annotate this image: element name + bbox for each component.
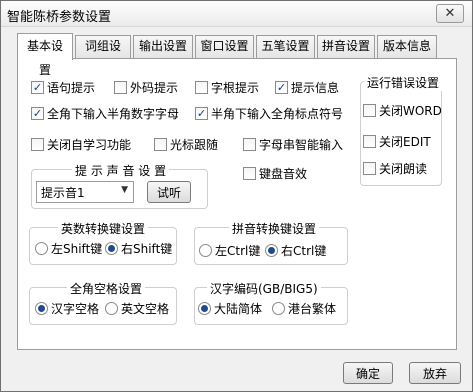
en-switch-label: 英数转换键设置 <box>58 220 149 237</box>
checkbox-tishi[interactable]: ✓ 提示信息 <box>275 78 339 96</box>
radio-circle <box>35 241 48 255</box>
tab-version[interactable]: 版本信息 <box>377 35 437 58</box>
listen-button[interactable]: 试听 <box>147 181 191 203</box>
checkbox-box: ✓ <box>31 80 44 94</box>
error-settings-label: 运行错误设置 <box>364 74 443 91</box>
radio-dot <box>108 244 115 252</box>
tab-label: 窗口设置 <box>200 39 249 53</box>
checkbox-box: ✓ <box>275 80 288 94</box>
dropdown-arrow-icon: ▼ <box>121 185 128 195</box>
checkbox-label: 提示信息 <box>291 80 340 95</box>
radio-label: 英文空格 <box>121 301 170 316</box>
radio-label: 左Shift键 <box>51 241 103 256</box>
checkbox-box <box>363 134 376 148</box>
radio-traditional[interactable]: 港台繁体 <box>272 299 336 317</box>
checkbox-key-sound[interactable]: 键盘音效 <box>243 164 307 182</box>
radio-right-shift[interactable]: 右Shift键 <box>105 239 172 257</box>
tab-label: 拼音设置 <box>322 39 371 53</box>
checkbox-disable-learning[interactable]: 关闭自学习功能 <box>31 135 131 153</box>
select-value: 提示音1 <box>41 185 85 200</box>
ok-button[interactable]: 确定 <box>343 362 393 384</box>
checkbox-box: ✓ <box>195 106 208 120</box>
radio-label: 大陆简体 <box>214 301 263 316</box>
checkbox-box <box>114 80 127 94</box>
button-label: 确定 <box>355 366 380 381</box>
checkbox-box <box>31 137 44 151</box>
close-icon: ✕ <box>444 6 456 21</box>
checkbox-label: 关闭WORD <box>379 103 442 118</box>
checkbox-cursor-follow[interactable]: 光标跟随 <box>154 135 218 153</box>
radio-circle <box>105 241 118 255</box>
tab-phrase[interactable]: 词组设置 <box>75 35 131 74</box>
checkbox-label: 半角下输入全角标点符号 <box>211 106 344 121</box>
checkbox-close-word[interactable]: 关闭WORD <box>363 101 442 119</box>
checkbox-zigen[interactable]: 字根提示 <box>195 78 259 96</box>
tab-basic[interactable]: 基本设置 <box>17 33 73 77</box>
tab-output[interactable]: 输出设置 <box>133 35 193 58</box>
checkbox-label: 外码提示 <box>130 80 179 95</box>
tab-label: 版本信息 <box>382 39 431 53</box>
radio-label: 右Shift键 <box>121 241 173 256</box>
radio-simplified[interactable]: 大陆简体 <box>198 299 262 317</box>
radio-label: 左Ctrl键 <box>215 243 261 258</box>
radio-circle <box>35 301 48 315</box>
tab-wubi[interactable]: 五笔设置 <box>256 35 315 58</box>
radio-label: 汉字空格 <box>51 301 100 316</box>
checkbox-smart-letters[interactable]: 字母串智能输入 <box>243 135 343 153</box>
radio-circle <box>265 243 278 257</box>
tab-label: 五笔设置 <box>261 39 310 53</box>
checkbox-label: 全角下输入半角数字字母 <box>47 106 180 121</box>
checkbox-halfwidth-fullpunct[interactable]: ✓ 半角下输入全角标点符号 <box>195 104 343 122</box>
encoding-label: 汉字编码(GB/BIG5) <box>207 280 321 297</box>
radio-dot <box>38 304 45 312</box>
radio-english-space[interactable]: 英文空格 <box>105 299 169 317</box>
tab-pinyin[interactable]: 拼音设置 <box>317 35 375 58</box>
checkbox-box <box>195 80 208 94</box>
radio-left-ctrl[interactable]: 左Ctrl键 <box>199 241 260 259</box>
checkbox-label: 光标跟随 <box>170 137 219 152</box>
settings-window: 智能陈桥参数设置 ✕ 基本设置 词组设置 输出设置 窗口设置 五笔设置 拼音设置… <box>0 0 473 392</box>
checkbox-label: 键盘音效 <box>259 166 308 181</box>
space-settings-label: 全角空格设置 <box>67 280 146 297</box>
checkbox-label: 关闭自学习功能 <box>47 137 132 152</box>
radio-left-shift[interactable]: 左Shift键 <box>35 239 102 257</box>
close-button[interactable]: ✕ <box>436 4 464 23</box>
checkbox-close-edit[interactable]: 关闭EDIT <box>363 132 431 150</box>
radio-circle <box>198 301 211 315</box>
radio-circle <box>199 243 212 257</box>
tab-window[interactable]: 窗口设置 <box>195 35 254 58</box>
checkbox-waima[interactable]: 外码提示 <box>114 78 178 96</box>
radio-label: 港台繁体 <box>288 301 337 316</box>
checkbox-label: 字母串智能输入 <box>259 137 344 152</box>
button-label: 试听 <box>156 185 181 200</box>
checkbox-label: 语句提示 <box>47 80 96 95</box>
pinyin-switch-label: 拼音转换键设置 <box>229 220 320 237</box>
checkbox-fullwidth-halfalnum[interactable]: ✓ 全角下输入半角数字字母 <box>31 104 179 122</box>
radio-circle <box>272 301 285 315</box>
sound-settings-label: 提 示 声 音 设 置 <box>72 162 170 179</box>
checkbox-box <box>243 137 256 151</box>
checkbox-label: 关闭EDIT <box>379 134 431 149</box>
cancel-button[interactable]: 放弃 <box>409 362 461 384</box>
button-label: 放弃 <box>422 366 447 381</box>
tab-label: 输出设置 <box>138 39 187 53</box>
radio-chinese-space[interactable]: 汉字空格 <box>35 299 99 317</box>
radio-label: 右Ctrl键 <box>281 243 327 258</box>
checkbox-label: 字根提示 <box>211 80 260 95</box>
checkbox-label: 关闭朗读 <box>379 161 428 176</box>
radio-dot <box>268 246 275 254</box>
radio-dot <box>201 304 208 312</box>
checkbox-box <box>363 103 376 117</box>
checkbox-box: ✓ <box>31 106 44 120</box>
checkbox-box <box>363 161 376 175</box>
checkbox-box <box>243 166 256 180</box>
checkbox-close-reading[interactable]: 关闭朗读 <box>363 159 427 177</box>
window-title: 智能陈桥参数设置 <box>7 10 112 25</box>
checkbox-box <box>154 137 167 151</box>
prompt-sound-select[interactable]: 提示音1 ▼ <box>36 181 134 203</box>
title-bar: 智能陈桥参数设置 ✕ <box>1 1 472 27</box>
radio-right-ctrl[interactable]: 右Ctrl键 <box>265 241 326 259</box>
radio-circle <box>105 301 118 315</box>
